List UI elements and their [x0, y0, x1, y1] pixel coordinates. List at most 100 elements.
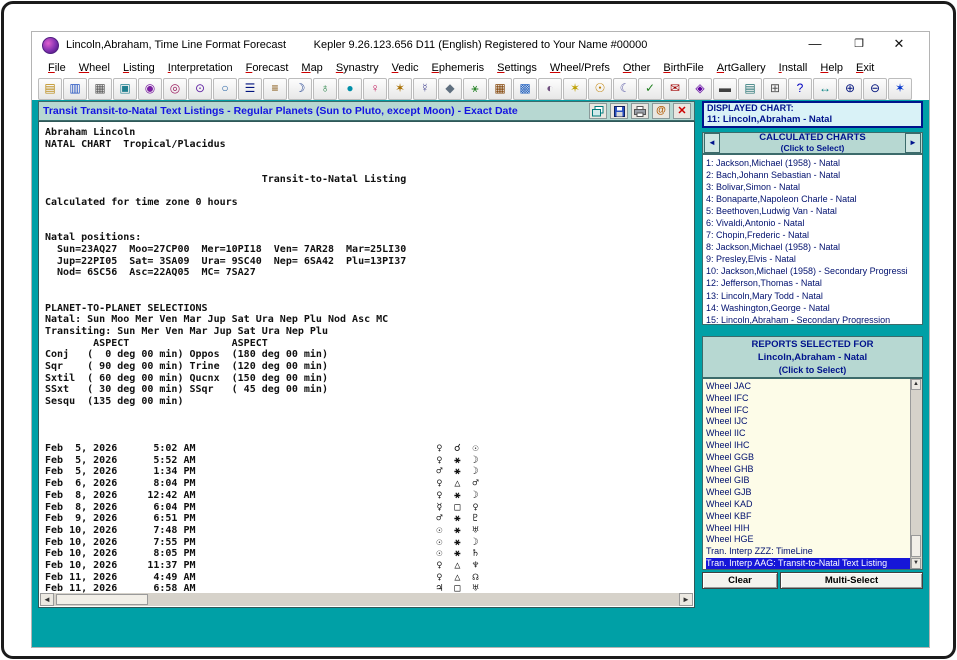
horizontal-scrollbar[interactable]: ◄ ►	[40, 593, 693, 606]
charts-next-button[interactable]: ►	[905, 133, 921, 153]
report-list-item[interactable]: Tran. Interp AAG: Transit-to-Natal Text …	[706, 558, 910, 570]
close-report-icon[interactable]: ✕	[673, 103, 691, 119]
save-icon[interactable]: ▥	[63, 78, 87, 100]
menu-item-exit[interactable]: Exit	[850, 60, 881, 76]
aspect-grid-icon[interactable]: ⚹	[463, 78, 487, 100]
calculated-chart-item[interactable]: 5: Beethoven,Ludwig Van - Natal	[706, 205, 922, 217]
menu-item-ephemeris[interactable]: Ephemeris	[426, 60, 492, 76]
print-report-icon[interactable]	[631, 103, 649, 119]
calculated-chart-item[interactable]: 8: Jackson,Michael (1958) - Natal	[706, 241, 922, 253]
report-list-item[interactable]: Wheel GJB	[706, 487, 910, 499]
install-icon[interactable]: ⊞	[763, 78, 787, 100]
report-list-item[interactable]: Wheel IIC	[706, 428, 910, 440]
report-list-item[interactable]: Wheel IFC	[706, 393, 910, 405]
globe-icon[interactable]: ●	[338, 78, 362, 100]
copy-icon[interactable]: ▣	[113, 78, 137, 100]
notes-icon[interactable]: ▬	[713, 78, 737, 100]
calculated-chart-item[interactable]: 12: Jefferson,Thomas - Natal	[706, 277, 922, 289]
menu-item-artgallery[interactable]: ArtGallery	[711, 60, 773, 76]
timeline-icon[interactable]: ↔	[813, 78, 837, 100]
map-icon[interactable]: ♁	[313, 78, 337, 100]
calculated-chart-item[interactable]: 9: Presley,Elvis - Natal	[706, 253, 922, 265]
calendar-icon[interactable]: ▩	[513, 78, 537, 100]
calculated-chart-item[interactable]: 7: Chopin,Frederic - Natal	[706, 229, 922, 241]
email-report-icon[interactable]: @	[652, 103, 670, 119]
report-list-item[interactable]: Wheel IFC	[706, 405, 910, 417]
report-list-item[interactable]: Wheel GIB	[706, 475, 910, 487]
report-list-item[interactable]: Wheel JAC	[706, 381, 910, 393]
calculated-chart-item[interactable]: 15: Lincoln,Abraham - Secondary Progress…	[706, 314, 922, 325]
report-list-item[interactable]: Wheel HIH	[706, 523, 910, 535]
close-button[interactable]: ✕	[883, 32, 915, 56]
multi-select-button[interactable]: Multi-Select	[780, 572, 923, 589]
scroll-down-icon[interactable]: ▼	[911, 558, 921, 569]
wheel-designer-icon[interactable]: ✶	[888, 78, 912, 100]
sun-icon[interactable]: ☉	[588, 78, 612, 100]
open-chart-icon[interactable]: ▤	[38, 78, 62, 100]
reports-vertical-scrollbar[interactable]: ▲ ▼	[910, 379, 922, 569]
help-icon[interactable]: ?	[788, 78, 812, 100]
reports-scrollbar-thumb[interactable]	[911, 535, 921, 557]
scroll-up-icon[interactable]: ▲	[911, 379, 921, 390]
maximize-button[interactable]: ❐	[843, 32, 875, 56]
triwheel-chart-icon[interactable]: ⊙	[188, 78, 212, 100]
cascade-windows-icon[interactable]	[589, 103, 607, 119]
vedic-icon[interactable]: ✶	[388, 78, 412, 100]
scrollbar-thumb[interactable]	[56, 594, 148, 605]
settings-icon[interactable]: ◆	[438, 78, 462, 100]
calculated-chart-item[interactable]: 14: Washington,George - Natal	[706, 302, 922, 314]
menu-item-wheel-prefs[interactable]: Wheel/Prefs	[544, 60, 617, 76]
calculated-chart-item[interactable]: 2: Bach,Johann Sebastian - Natal	[706, 169, 922, 181]
menu-item-install[interactable]: Install	[773, 60, 815, 76]
calculated-chart-item[interactable]: 4: Bonaparte,Napoleon Charle - Natal	[706, 193, 922, 205]
scroll-right-icon[interactable]: ►	[679, 593, 693, 606]
menu-item-map[interactable]: Map	[295, 60, 329, 76]
minimize-button[interactable]: —	[799, 32, 831, 56]
forecast-icon[interactable]: ☽	[288, 78, 312, 100]
print-icon[interactable]: ▦	[88, 78, 112, 100]
table-icon[interactable]: ▦	[488, 78, 512, 100]
calculated-chart-item[interactable]: 10: Jackson,Michael (1958) - Secondary P…	[706, 265, 922, 277]
interpretation-icon[interactable]: ≡	[263, 78, 287, 100]
calculated-chart-item[interactable]: 3: Bolivar,Simon - Natal	[706, 181, 922, 193]
report-list-item[interactable]: Wheel HGE	[706, 534, 910, 546]
report-list-item[interactable]: Wheel GHB	[706, 464, 910, 476]
wheel-chart-icon[interactable]: ◉	[138, 78, 162, 100]
menu-item-wheel[interactable]: Wheel	[73, 60, 117, 76]
biwheel-chart-icon[interactable]: ◎	[163, 78, 187, 100]
menu-item-help[interactable]: Help	[814, 60, 850, 76]
save-report-icon[interactable]	[610, 103, 628, 119]
moon-icon[interactable]: ☾	[613, 78, 637, 100]
menu-item-settings[interactable]: Settings	[491, 60, 544, 76]
quadwheel-chart-icon[interactable]: ○	[213, 78, 237, 100]
synastry-icon[interactable]: ♀	[363, 78, 387, 100]
menu-item-listing[interactable]: Listing	[117, 60, 162, 76]
menu-item-file[interactable]: File	[42, 60, 73, 76]
menu-item-birthfile[interactable]: BirthFile	[657, 60, 710, 76]
zoom-out-icon[interactable]: ⊖	[863, 78, 887, 100]
report-list-item[interactable]: Wheel GGB	[706, 452, 910, 464]
charts-prev-button[interactable]: ◄	[704, 133, 720, 153]
menu-item-vedic[interactable]: Vedic	[386, 60, 426, 76]
report-list-item[interactable]: Wheel IJC	[706, 416, 910, 428]
clock-icon[interactable]: ◐	[538, 78, 562, 100]
scroll-left-icon[interactable]: ◄	[40, 593, 54, 606]
artgallery-icon[interactable]: ◈	[688, 78, 712, 100]
menu-item-other[interactable]: Other	[617, 60, 658, 76]
calculated-chart-item[interactable]: 13: Lincoln,Mary Todd - Natal	[706, 290, 922, 302]
database-icon[interactable]: ▤	[738, 78, 762, 100]
report-list-item[interactable]: Wheel KBF	[706, 511, 910, 523]
listing-icon[interactable]: ☰	[238, 78, 262, 100]
email-icon[interactable]: ✉	[663, 78, 687, 100]
report-list-item[interactable]: Wheel KAD	[706, 499, 910, 511]
report-list-item[interactable]: Tran. Interp ZZZ: TimeLine	[706, 546, 910, 558]
report-list-item[interactable]: Wheel IHC	[706, 440, 910, 452]
star-chart-icon[interactable]: ✶	[563, 78, 587, 100]
clear-button[interactable]: Clear	[702, 572, 778, 589]
menu-item-forecast[interactable]: Forecast	[240, 60, 296, 76]
calculated-chart-item[interactable]: 6: Vivaldi,Antonio - Natal	[706, 217, 922, 229]
ephemeris-icon[interactable]: ☿	[413, 78, 437, 100]
calculated-chart-item[interactable]: 1: Jackson,Michael (1958) - Natal	[706, 157, 922, 169]
menu-item-synastry[interactable]: Synastry	[330, 60, 386, 76]
checkmark-icon[interactable]: ✓	[638, 78, 662, 100]
